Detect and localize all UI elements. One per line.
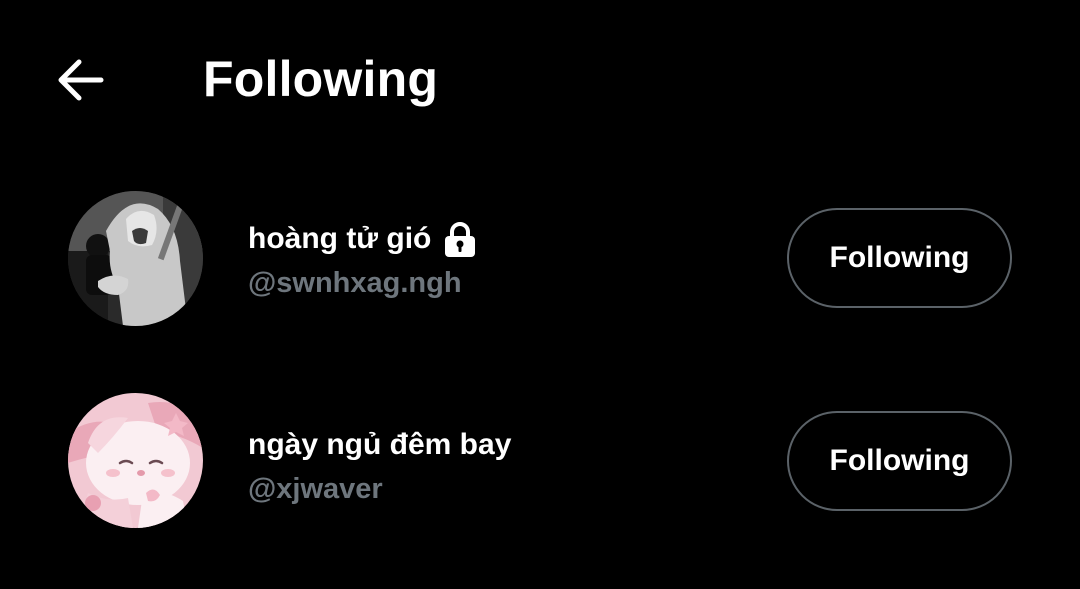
username: @swnhxag.ngh <box>248 267 462 299</box>
top-bar: Following <box>0 0 1080 160</box>
user-list-item[interactable]: ngày ngủ đêm bay @xjwaver Following <box>0 387 1080 537</box>
lock-icon <box>445 222 476 257</box>
user-list-item[interactable]: hoàng tử gió @swnhxag.ngh Following <box>0 185 1080 335</box>
avatar[interactable] <box>68 191 203 326</box>
back-button[interactable] <box>52 52 108 108</box>
user-info: hoàng tử gió @swnhxag.ngh <box>248 219 479 303</box>
following-button[interactable]: Following <box>787 208 1012 308</box>
username: @xjwaver <box>248 473 383 505</box>
arrow-left-icon <box>58 59 104 101</box>
display-name-text: ngày ngủ đêm bay <box>248 428 512 461</box>
display-name: hoàng tử gió <box>248 219 479 259</box>
display-name: ngày ngủ đêm bay <box>248 425 511 465</box>
avatar[interactable] <box>68 393 203 528</box>
user-info: ngày ngủ đêm bay @xjwaver <box>248 425 511 509</box>
display-name-text: hoàng tử gió <box>248 222 432 255</box>
following-button[interactable]: Following <box>787 411 1012 511</box>
page-title: Following <box>203 51 439 107</box>
